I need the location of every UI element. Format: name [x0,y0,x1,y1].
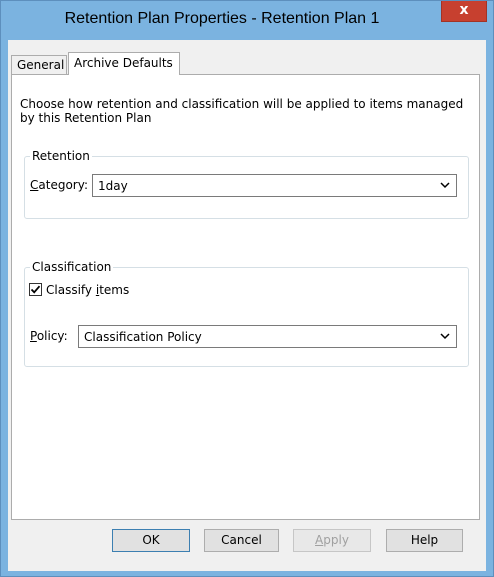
close-icon: x [459,2,469,18]
close-button[interactable]: x [441,1,487,22]
chevron-down-icon [440,333,450,340]
classification-group-label: Classification [30,260,114,274]
tab-archive-defaults[interactable]: Archive Defaults [68,52,180,75]
dialog-client-area: General Archive Defaults Choose how rete… [8,40,486,571]
policy-dropdown[interactable]: Classification Policy [78,325,457,348]
help-button[interactable]: Help [386,529,463,552]
policy-label-access-key: P [30,329,37,343]
archive-defaults-panel: Choose how retention and classification … [11,74,480,520]
classification-group: Classification Classify items Policy: Cl… [24,260,469,367]
category-dropdown[interactable]: 1day [92,174,457,197]
category-label-text: ategory: [38,178,88,192]
checkmark-icon [30,285,41,294]
cancel-button[interactable]: Cancel [204,529,279,552]
retention-group: Retention Category: 1day [24,149,469,219]
chevron-down-icon [440,182,450,189]
category-dropdown-value: 1day [98,179,128,193]
classify-items-label-start: Classify [46,283,96,297]
window-title: Retention Plan Properties - Retention Pl… [64,10,380,27]
category-label: Category: [30,178,88,192]
policy-dropdown-value: Classification Policy [84,330,202,344]
classify-items-checkbox[interactable] [29,283,42,296]
apply-button[interactable]: Apply [293,529,371,552]
retention-group-label: Retention [30,149,92,163]
classify-items-label: Classify items [46,283,129,297]
title-bar[interactable]: Retention Plan Properties - Retention Pl… [1,1,493,39]
policy-label-text: olicy: [36,329,68,343]
classify-items-label-end: tems [99,283,130,297]
tab-general[interactable]: General [11,55,67,74]
ok-button[interactable]: OK [112,529,190,552]
dialog-window: Retention Plan Properties - Retention Pl… [0,0,494,577]
policy-label: Policy: [30,329,68,343]
apply-label: pply [323,533,349,547]
panel-description: Choose how retention and classification … [20,97,464,125]
